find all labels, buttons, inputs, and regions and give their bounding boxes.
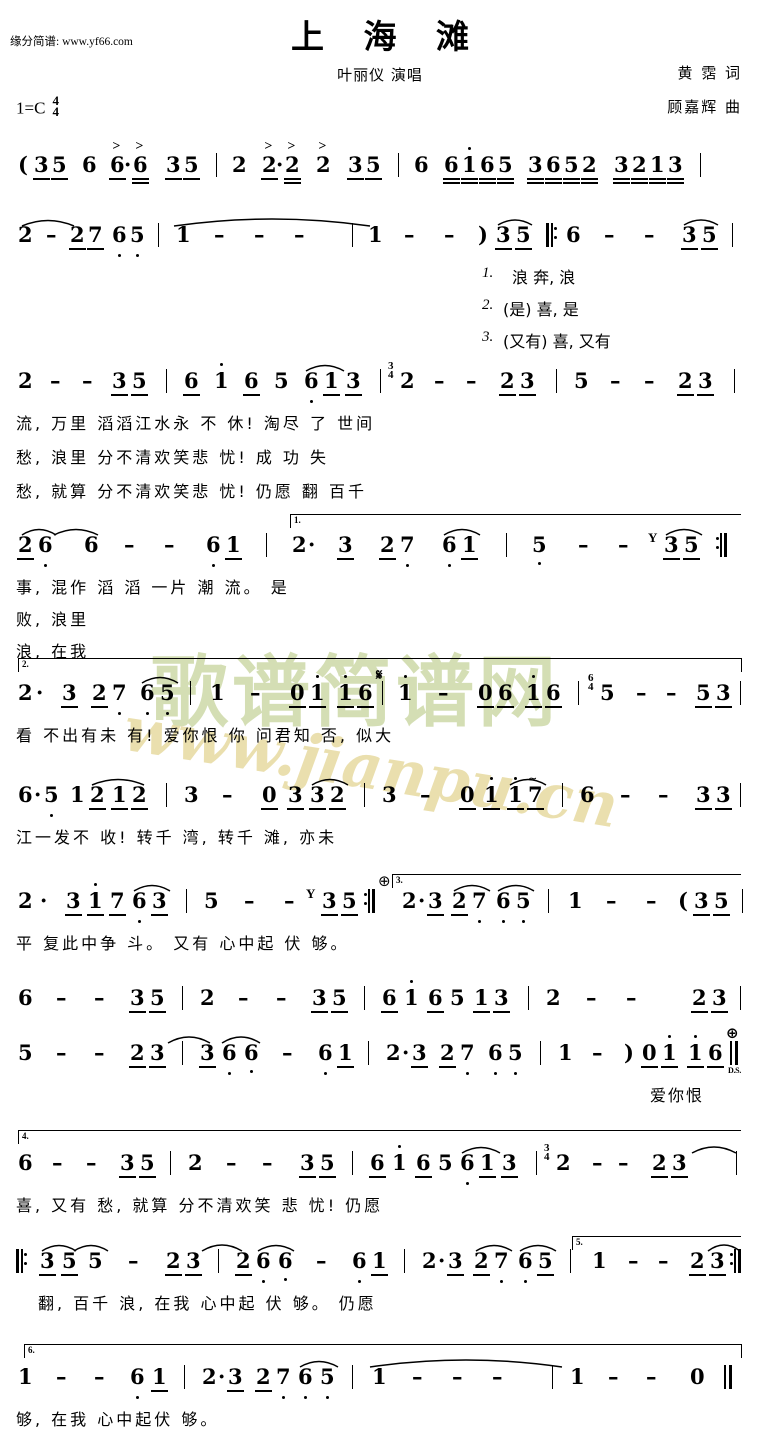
ending-label: 1. — [294, 515, 301, 525]
verse-number: 1. — [482, 265, 494, 281]
time-signature-change: 64 — [588, 672, 594, 694]
ending-bracket-1: 1. — [290, 514, 741, 528]
lyric-row-verse-3: 愁, 就算 分不清欢笑悲 忧! 仍愿 翻 百千 — [0, 478, 760, 512]
repeat-end-barline — [364, 889, 375, 913]
note-row: 2 · 3 2 7 6 5 1 – 0 1 1 6 𝄋 1 – 0 6 1 6 … — [0, 666, 760, 722]
ending-bracket-3: 3. — [392, 874, 741, 888]
lyric-text: 浪 奔, 浪 — [512, 268, 576, 287]
lyric-row-verse-1: 流, 万里 滔滔江水永 不 休! 淘尽 了 世间 — [0, 410, 760, 444]
lyric-text: 败, 浪里 — [16, 610, 90, 629]
lyric-row-verse-3: 3. (又有) 喜, 又有 — [0, 328, 760, 360]
repeat-end-barline — [716, 533, 727, 557]
note-row: 6 · 5 1 2 1 2 3 – 0 3 3 2 3 – 0 1 ∼ 1 7 … — [0, 772, 760, 824]
note-row: 2 · 3 1 7 6 3 5 – – Y 3 5 2 · 3 2 7 6 5 … — [0, 883, 760, 930]
lyric-text: 江一发不 收! 转千 湾, 转千 滩, 亦未 — [16, 828, 338, 847]
lyric-row-verse-2: 愁, 浪里 分不清欢笑悲 忧! 成 功 失 — [0, 444, 760, 478]
note-row: 1 – – 6 1 2 · 3 2 7 6 5 1 – – – 1 – – 0 — [0, 1359, 760, 1406]
system-8: 6 – – 3 5 2 – – 3 5 6 1 6 5 1 3 2 – – 2 … — [0, 980, 760, 1027]
breath-mark: Y — [648, 530, 658, 545]
repeat-start-barline — [16, 1249, 27, 1273]
lyric-text: (又有) 喜, 又有 — [503, 332, 611, 351]
time-signature-bottom: 4 — [52, 103, 59, 119]
ending-bracket-4: 4. — [18, 1130, 741, 1144]
ending-label: 2. — [22, 659, 29, 669]
lyric-row-verse-1: 事, 混作 滔 滔 一片 潮 流。 是 — [0, 574, 760, 606]
key-signature: 1=C 4 4 — [16, 94, 59, 119]
ending-label: 6. — [28, 1345, 35, 1355]
sheet-music-page: 缘分简谱: www.yf66.com 上 海 滩 叶丽仪 演唱 黄 霑 词 顾嘉… — [0, 0, 760, 1429]
verse-number: 2. — [482, 297, 494, 313]
lyric-row-verse-2: 2. (是) 喜, 是 — [0, 296, 760, 328]
lyric-text: 喜, 又有 愁, 就算 分不清欢笑 悲 忧! 仍愿 — [16, 1196, 384, 1215]
system-9: 5 – – 2 3 3 6 6 – 6 1 2 · 3 2 7 6 5 1 – … — [0, 1024, 760, 1114]
note-row: 6 – – 3 5 2 – – 3 5 6 1 6 5 6 1 3 34 2 –… — [0, 1142, 760, 1192]
note-row: ( 3 5 6 >6 · >6 3 5 2 >2 · >2 >2 3 5 6 6… — [0, 139, 760, 194]
lyric-text: 愁, 就算 分不清欢笑悲 忧! 仍愿 翻 百千 — [16, 482, 368, 501]
system-7: 3. ⊕ 2 · 3 1 7 6 3 5 – – Y 3 5 2 · 3 2 7… — [0, 872, 760, 962]
double-barline — [730, 1041, 738, 1065]
lyric-text: 事, 混作 滔 滔 一片 潮 流。 是 — [16, 578, 290, 597]
final-barline — [724, 1365, 732, 1389]
note-row: 2 – 2 7 6 5 1 – – – 1 – – ) 3 5 6 – – 3 … — [0, 218, 760, 264]
system-11: 5. 3 5 5 – 2 3 2 6 6 – 6 1 2 · 3 2 7 6 5… — [0, 1236, 760, 1322]
repeat-end-barline — [730, 1249, 741, 1273]
lyric-text: (是) 喜, 是 — [503, 300, 579, 319]
page-title: 上 海 滩 — [291, 17, 483, 56]
note-row: 5 – – 2 3 3 6 6 – 6 1 2 · 3 2 7 6 5 1 – … — [18, 1024, 742, 1075]
note-row: 2 6 6 – – 6 1 2 · 3 2 7 6 1 5 – – Y 3 5 — [0, 528, 760, 574]
system-4: 1. 2 6 6 – – 6 1 2 · 3 2 7 6 1 5 – – Y 3 — [0, 514, 760, 670]
lyric-row: 看 不出有未 有! 爱你恨 你 问君知 否, 似大 — [0, 722, 760, 754]
composer-credit: 顾嘉辉 曲 — [667, 98, 742, 116]
repeat-start-barline — [546, 223, 557, 247]
lyricist-credit: 黄 霑 词 — [677, 64, 742, 82]
lyric-text: 平 复此中争 斗。 又有 心中起 伏 够。 — [16, 934, 350, 953]
lyric-row: 够, 在我 心中起伏 够。 — [0, 1406, 760, 1438]
ending-bracket-6: 6. — [24, 1344, 742, 1358]
lyric-row: 平 复此中争 斗。 又有 心中起 伏 够。 — [0, 930, 760, 962]
system-3: 2 – – 3 5 6 1 6 5 6 1 3 34 2 – – 2 3 5 –… — [0, 360, 760, 512]
time-signature-change: 34 — [544, 1142, 550, 1164]
ending-label: 3. — [396, 875, 403, 885]
system-10: 4. 6 – – 3 5 2 – – 3 5 6 1 6 5 6 1 3 34 … — [0, 1130, 760, 1224]
system-12: 6. 1 – – 6 1 2 · 3 2 7 6 5 1 – – – 1 – –… — [0, 1344, 760, 1438]
ending-label: 5. — [576, 1237, 583, 1247]
note-row: 2 – – 3 5 6 1 6 5 6 1 3 34 2 – – 2 3 5 –… — [0, 360, 760, 410]
ending-label: 4. — [22, 1131, 29, 1141]
system-2: 2 – 2 7 6 5 1 – – – 1 – – ) 3 5 6 – – 3 … — [0, 218, 760, 360]
lyric-text: 爱你恨 — [650, 1086, 705, 1105]
lyric-text: 流, 万里 滔滔江水永 不 休! 淘尽 了 世间 — [16, 414, 376, 433]
lyric-row-verse-2: 败, 浪里 — [0, 606, 760, 638]
system-1: ( 3 5 6 >6 · >6 3 5 2 >2 · >2 >2 3 5 6 6… — [0, 139, 760, 194]
lyric-text: 愁, 浪里 分不清欢笑悲 忧! 成 功 失 — [16, 448, 330, 467]
note-row: 3 5 5 – 2 3 2 6 6 – 6 1 2 · 3 2 7 6 5 1 — [0, 1244, 760, 1290]
breath-mark: Y — [306, 886, 316, 901]
system-5: 2. 2 · 3 2 7 6 5 1 – 0 1 1 6 𝄋 1 – 0 6 1… — [0, 658, 760, 754]
slur — [172, 214, 372, 228]
lyric-text: 看 不出有未 有! 爱你恨 你 问君知 否, 似大 — [16, 726, 395, 745]
lyric-row: 江一发不 收! 转千 湾, 转千 滩, 亦未 — [0, 824, 760, 856]
performer-credit: 叶丽仪 演唱 — [337, 66, 423, 84]
time-signature-change: 34 — [388, 360, 394, 382]
key-label: 1=C — [16, 98, 46, 118]
lyric-row: 爱你恨 — [0, 1082, 760, 1114]
lyric-text: 够, 在我 心中起伏 够。 — [16, 1410, 220, 1429]
ds-marking: D.S. — [728, 1066, 742, 1075]
lyric-row: 喜, 又有 愁, 就算 分不清欢笑 悲 忧! 仍愿 — [0, 1192, 760, 1224]
note-row: 6 – – 3 5 2 – – 3 5 6 1 6 5 1 3 2 – – 2 … — [0, 980, 760, 1027]
time-signature: 44 — [52, 94, 59, 119]
lyric-text: 翻, 百千 浪, 在我 心中起 伏 够。 仍愿 — [38, 1294, 377, 1313]
verse-number: 3. — [482, 329, 494, 345]
lyric-row: 翻, 百千 浪, 在我 心中起 伏 够。 仍愿 — [0, 1290, 760, 1322]
system-6: 6 · 5 1 2 1 2 3 – 0 3 3 2 3 – 0 1 ∼ 1 7 … — [0, 772, 760, 856]
lyric-row-verse-1: 1. 浪 奔, 浪 — [0, 264, 760, 296]
